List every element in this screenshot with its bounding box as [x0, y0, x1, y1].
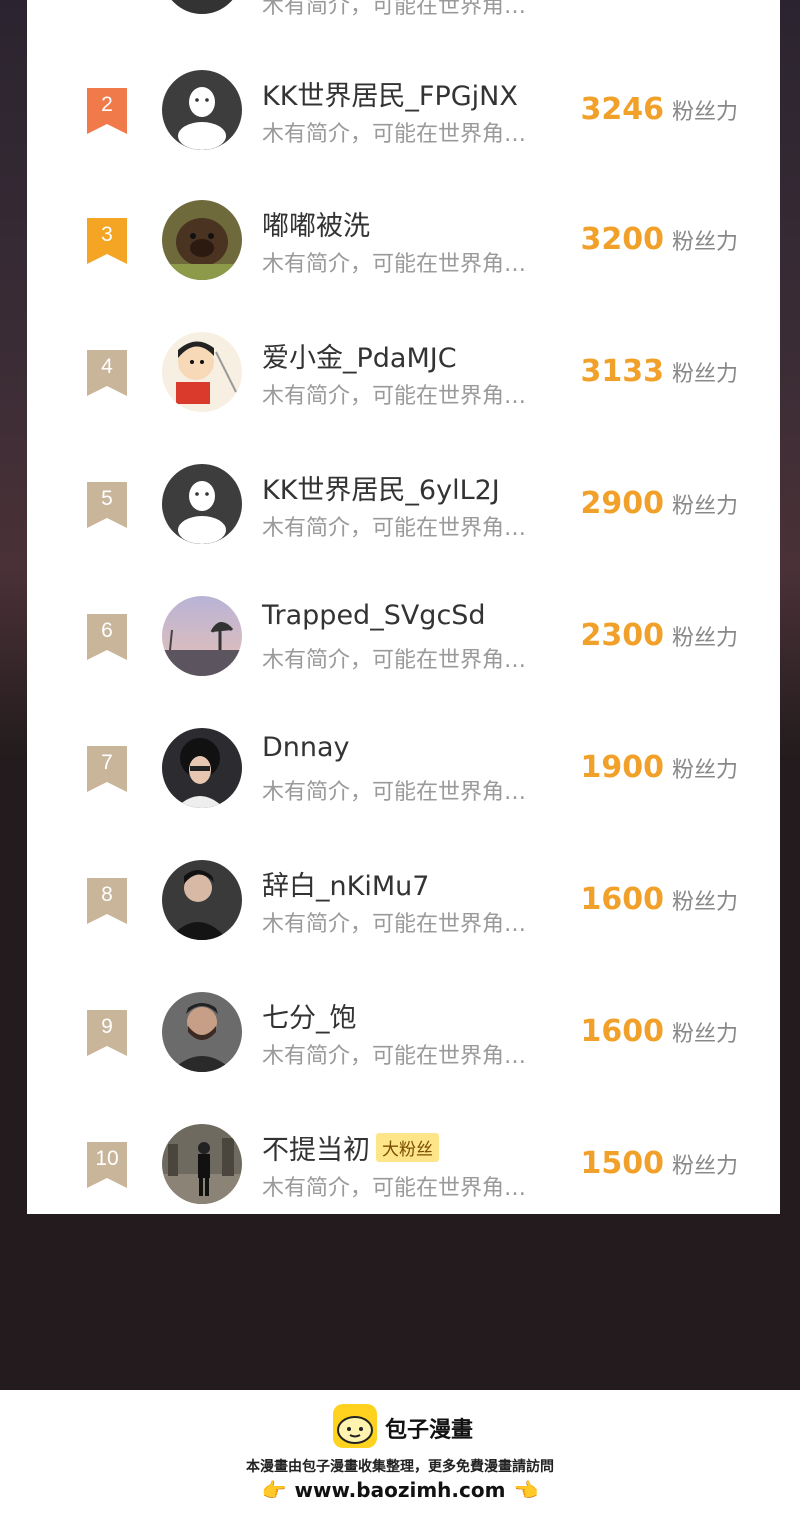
- fan-power: 1600 粉丝力: [580, 1014, 738, 1049]
- fan-power-unit: 粉丝力: [671, 100, 738, 125]
- default-avatar-icon: [162, 464, 242, 544]
- fan-power-unit: 粉丝力: [671, 362, 738, 387]
- fan-power: 1600 粉丝力: [580, 882, 738, 917]
- avatar[interactable]: [162, 200, 242, 280]
- fan-power-value: 2900: [580, 486, 664, 521]
- fan-power-unit: 粉丝力: [671, 230, 738, 255]
- fan-power-unit: 粉丝力: [671, 1154, 738, 1179]
- big-fan-badge: 大粉丝: [376, 1133, 439, 1162]
- fan-power-unit: 粉丝力: [671, 494, 738, 519]
- bearded-portrait: [162, 992, 242, 1072]
- street-photo: [162, 1124, 242, 1204]
- fan-power-value: 1900: [580, 750, 664, 785]
- fan-power-value: 1600: [580, 1014, 664, 1049]
- user-name[interactable]: 嘟嘟被洗: [262, 204, 370, 243]
- fan-power: 2900 粉丝力: [580, 486, 738, 521]
- fan-power: 2300 粉丝力: [580, 618, 738, 653]
- brand-name: 包子漫畫: [385, 1418, 474, 1443]
- list-item[interactable]: 3 嘟嘟被洗 木有简介，可能在世界角… 3200 粉丝力: [27, 200, 780, 332]
- fan-power: 1900 粉丝力: [580, 750, 738, 785]
- fan-power: 3246 粉丝力: [580, 92, 738, 127]
- fan-power-value: 2300: [580, 618, 664, 653]
- user-description: 木有简介，可能在世界角…: [262, 516, 527, 541]
- avatar[interactable]: [162, 992, 242, 1072]
- rank-badge: 7: [87, 746, 127, 792]
- cartoon-boy: [162, 332, 242, 412]
- list-item[interactable]: 4 爱小金_PdaMJC 木有简介，可能在世界角… 3133 粉丝力: [27, 332, 780, 464]
- list-item[interactable]: 8 辞白_nKiMu7 木有简介，可能在世界角… 1600 粉丝力: [27, 860, 780, 992]
- avatar[interactable]: [162, 1124, 242, 1204]
- fan-power-value: 3246: [580, 92, 664, 127]
- footer-notice: 本漫畫由包子漫畫收集整理，更多免費漫畫請訪問: [246, 1459, 554, 1475]
- rank-badge: 2: [87, 88, 127, 134]
- avatar[interactable]: [162, 596, 242, 676]
- rank-badge: 5: [87, 482, 127, 528]
- fan-power-unit: 粉丝力: [671, 890, 738, 915]
- pointing-hand-left-icon: 👈: [513, 1478, 539, 1502]
- curly-hair-portrait: [162, 728, 242, 808]
- rank-badge: 9: [87, 1010, 127, 1056]
- user-name[interactable]: KK世界居民_6ylL2J: [262, 468, 500, 507]
- fan-power-value: 3200: [580, 222, 664, 257]
- fan-power-unit: 粉丝力: [671, 1022, 738, 1047]
- user-description: 木有简介，可能在世界角…: [262, 912, 527, 937]
- fan-power-value: 3133: [580, 354, 664, 389]
- dog-photo: [162, 200, 242, 280]
- list-item[interactable]: 10 不提当初 大粉丝 木有简介，可能在世界角… 1500 粉丝力: [27, 1124, 780, 1214]
- list-item[interactable]: 6 Trapped_SVgcSd 木有简介，可能在世界角… 2300 粉丝力: [27, 596, 780, 728]
- fan-power: 3200 粉丝力: [580, 222, 738, 257]
- list-item[interactable]: 5 KK世界居民_6ylL2J 木有简介，可能在世界角… 2900 粉丝力: [27, 464, 780, 596]
- user-name[interactable]: 不提当初 大粉丝: [262, 1128, 439, 1167]
- baozi-logo-icon: [333, 1404, 377, 1448]
- fan-power: 1500 粉丝力: [580, 1146, 738, 1181]
- fan-power: 3133 粉丝力: [580, 354, 738, 389]
- user-name[interactable]: KK世界居民_FPGjNX: [262, 74, 518, 113]
- user-name[interactable]: 辞白_nKiMu7: [262, 864, 429, 903]
- rank-badge: 3: [87, 218, 127, 264]
- list-item[interactable]: 7 Dnnay 木有简介，可能在世界角… 1900 粉丝力: [27, 728, 780, 860]
- rank-badge: 10: [87, 1142, 127, 1188]
- avatar[interactable]: [162, 70, 242, 150]
- user-description: 木有简介，可能在世界角…: [262, 1176, 527, 1201]
- rank-badge: 4: [87, 350, 127, 396]
- user-description: 木有简介，可能在世界角…: [262, 1044, 527, 1069]
- user-description: 木有简介，可能在世界角…: [262, 122, 527, 147]
- sunset-landscape: [162, 596, 242, 676]
- default-avatar-icon: [162, 70, 242, 150]
- rank-badge: 6: [87, 614, 127, 660]
- avatar[interactable]: [162, 860, 242, 940]
- user-description: 木有简介，可能在世界角…: [262, 780, 527, 805]
- user-description: 木有简介，可能在世界角…: [262, 384, 527, 409]
- fan-power-unit: 粉丝力: [671, 626, 738, 651]
- user-description: 木有简介，可能在世界角…: [262, 252, 527, 277]
- rank-badge: 8: [87, 878, 127, 924]
- fan-power-unit: 粉丝力: [671, 758, 738, 783]
- partial-row-desc: 木有简介，可能在世界角…: [262, 0, 527, 19]
- avatar[interactable]: [162, 728, 242, 808]
- avatar[interactable]: [162, 464, 242, 544]
- partial-row-avatar: [162, 0, 242, 14]
- avatar[interactable]: [162, 332, 242, 412]
- footer-banner: 包子漫畫 本漫畫由包子漫畫收集整理，更多免費漫畫請訪問 👉 www.baozimh…: [0, 1390, 800, 1514]
- user-name[interactable]: 爱小金_PdaMJC: [262, 336, 457, 375]
- user-name[interactable]: Trapped_SVgcSd: [262, 600, 486, 631]
- user-name[interactable]: 七分_饱: [262, 996, 357, 1035]
- fan-power-value: 1600: [580, 882, 664, 917]
- fan-power-value: 1500: [580, 1146, 664, 1181]
- user-name[interactable]: Dnnay: [262, 732, 350, 763]
- pointing-hand-right-icon: 👉: [261, 1478, 287, 1502]
- list-item[interactable]: 2 KK世界居民_FPGjNX 木有简介，可能在世界角… 3246 粉丝力: [27, 70, 780, 202]
- user-description: 木有简介，可能在世界角…: [262, 648, 527, 673]
- list-item[interactable]: 9 七分_饱 木有简介，可能在世界角… 1600 粉丝力: [27, 992, 780, 1124]
- dark-portrait: [162, 860, 242, 940]
- footer-link[interactable]: 👉 www.baozimh.com 👈: [0, 1478, 800, 1502]
- fan-ranking-list: 木有简介，可能在世界角… 2 KK世界居民_FPGjNX 木有简介，可能在世界角…: [27, 0, 780, 1214]
